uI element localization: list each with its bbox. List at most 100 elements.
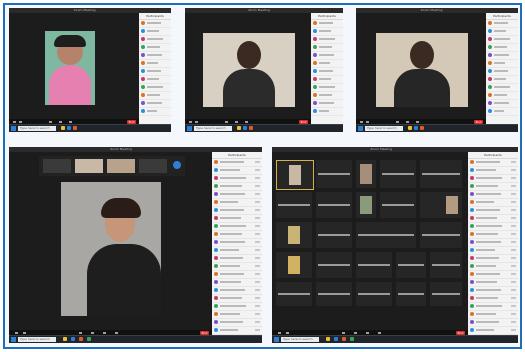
participant-row[interactable] — [139, 36, 171, 44]
gallery-tile[interactable] — [276, 252, 312, 278]
gallery-tile[interactable] — [420, 160, 462, 188]
participant-row[interactable] — [139, 28, 171, 36]
browser-icon[interactable] — [342, 337, 346, 341]
participant-row[interactable] — [311, 108, 343, 116]
gallery-tile[interactable] — [380, 192, 416, 218]
participant-row[interactable] — [468, 271, 518, 279]
chat-icon[interactable] — [59, 121, 62, 123]
participant-row[interactable] — [468, 175, 518, 183]
chat-icon[interactable] — [91, 332, 94, 334]
windows-start-icon[interactable] — [11, 126, 16, 131]
participant-row[interactable] — [212, 159, 262, 167]
participant-row[interactable] — [468, 223, 518, 231]
participant-row[interactable] — [139, 100, 171, 108]
app-icon[interactable] — [87, 337, 91, 341]
participant-row[interactable] — [468, 279, 518, 287]
windows-start-icon[interactable] — [358, 126, 363, 131]
participant-row[interactable] — [212, 319, 262, 327]
chat-icon[interactable] — [354, 332, 357, 334]
participant-row[interactable] — [212, 303, 262, 311]
participant-row[interactable] — [311, 36, 343, 44]
chat-icon[interactable] — [406, 121, 409, 123]
gallery-tile[interactable] — [420, 192, 462, 218]
participant-row[interactable] — [212, 311, 262, 319]
participant-row[interactable] — [468, 167, 518, 175]
app-icon[interactable] — [350, 337, 354, 341]
share-screen-icon[interactable] — [245, 121, 248, 123]
thumbnail-tile[interactable] — [75, 159, 103, 173]
microphone-icon[interactable] — [360, 121, 363, 123]
video-camera-icon[interactable] — [195, 121, 198, 123]
gallery-tile[interactable] — [356, 282, 392, 306]
participant-row[interactable] — [311, 100, 343, 108]
video-camera-icon[interactable] — [23, 332, 26, 334]
share-screen-icon[interactable] — [416, 121, 419, 123]
participant-row[interactable] — [139, 76, 171, 84]
video-camera-icon[interactable] — [19, 121, 22, 123]
participant-row[interactable] — [486, 28, 518, 36]
participant-row[interactable] — [212, 175, 262, 183]
participant-row[interactable] — [212, 327, 262, 335]
taskbar-search-input[interactable]: Type here to search — [365, 126, 403, 131]
folder-icon[interactable] — [237, 126, 241, 130]
windows-start-icon[interactable] — [274, 337, 279, 342]
gallery-tile[interactable] — [316, 160, 352, 188]
participant-row[interactable] — [486, 60, 518, 68]
gallery-tile[interactable] — [356, 192, 376, 218]
participant-row[interactable] — [311, 44, 343, 52]
participant-row[interactable] — [139, 44, 171, 52]
active-speaker-video[interactable] — [61, 182, 161, 316]
participant-row[interactable] — [212, 247, 262, 255]
participant-row[interactable] — [468, 303, 518, 311]
participant-video[interactable] — [203, 33, 295, 107]
zoom-app-icon[interactable] — [414, 126, 418, 130]
gallery-tile[interactable] — [356, 222, 416, 248]
microphone-icon[interactable] — [13, 121, 16, 123]
participant-row[interactable] — [311, 28, 343, 36]
folder-icon[interactable] — [63, 337, 67, 341]
participant-row[interactable] — [212, 239, 262, 247]
participants-icon[interactable] — [396, 121, 399, 123]
gallery-tile[interactable] — [316, 222, 352, 248]
participant-row[interactable] — [468, 207, 518, 215]
zoom-app-icon[interactable] — [67, 126, 71, 130]
participant-row[interactable] — [468, 199, 518, 207]
microphone-icon[interactable] — [189, 121, 192, 123]
share-screen-icon[interactable] — [103, 332, 106, 334]
participants-icon[interactable] — [225, 121, 228, 123]
thumbnail-tile[interactable] — [139, 159, 167, 173]
participant-row[interactable] — [486, 92, 518, 100]
participant-row[interactable] — [311, 92, 343, 100]
participant-row[interactable] — [468, 183, 518, 191]
participant-row[interactable] — [212, 255, 262, 263]
participant-row[interactable] — [468, 327, 518, 335]
participant-row[interactable] — [486, 108, 518, 116]
gallery-tile[interactable] — [356, 252, 392, 278]
video-camera-icon[interactable] — [286, 332, 289, 334]
gallery-tile[interactable] — [430, 282, 462, 306]
taskbar-search-input[interactable]: Type here to search — [18, 337, 56, 342]
windows-start-icon[interactable] — [11, 337, 16, 342]
participant-row[interactable] — [486, 44, 518, 52]
gallery-tile[interactable] — [316, 282, 352, 306]
gallery-tile[interactable] — [380, 160, 416, 188]
participant-row[interactable] — [486, 68, 518, 76]
zoom-app-icon[interactable] — [71, 337, 75, 341]
participant-row[interactable] — [139, 20, 171, 28]
gallery-tile[interactable] — [420, 222, 462, 248]
participant-row[interactable] — [468, 295, 518, 303]
participant-row[interactable] — [468, 311, 518, 319]
participant-row[interactable] — [486, 76, 518, 84]
browser-icon[interactable] — [73, 126, 77, 130]
participant-row[interactable] — [139, 92, 171, 100]
participant-row[interactable] — [139, 108, 171, 116]
participant-row[interactable] — [468, 287, 518, 295]
participant-row[interactable] — [311, 20, 343, 28]
gallery-tile[interactable] — [356, 160, 376, 188]
folder-icon[interactable] — [61, 126, 65, 130]
gallery-tile[interactable] — [396, 282, 426, 306]
share-screen-icon[interactable] — [69, 121, 72, 123]
share-screen-icon[interactable] — [366, 332, 369, 334]
browser-icon[interactable] — [420, 126, 424, 130]
gallery-tile[interactable] — [276, 192, 312, 218]
